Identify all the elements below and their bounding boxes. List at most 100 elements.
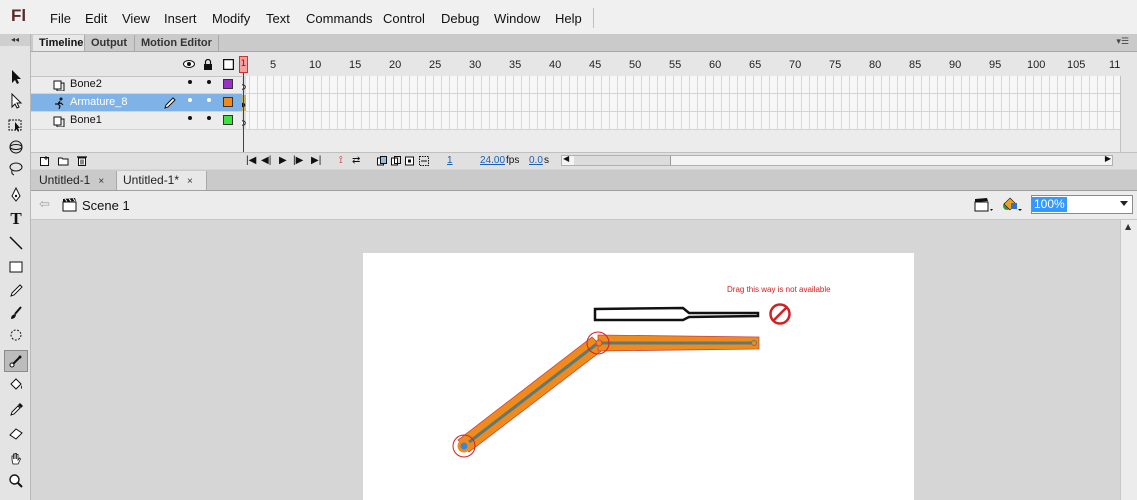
pencil-tool-icon[interactable] bbox=[4, 280, 28, 302]
stage-pasteboard[interactable]: Drag this way is not available bbox=[31, 220, 1121, 500]
tab-motion-editor[interactable]: Motion Editor bbox=[135, 35, 219, 51]
scroll-left-icon[interactable]: ◀ bbox=[563, 154, 569, 163]
menu-window[interactable]: Window bbox=[494, 11, 540, 26]
chevron-down-icon[interactable] bbox=[1120, 201, 1128, 206]
show-hide-layers-icon[interactable] bbox=[183, 59, 195, 72]
brush-tool-icon[interactable] bbox=[4, 302, 28, 324]
zoom-tool-icon[interactable] bbox=[4, 470, 28, 492]
stage-canvas[interactable]: Drag this way is not available bbox=[363, 253, 914, 500]
lasso-tool-icon[interactable] bbox=[4, 158, 28, 180]
menu-help[interactable]: Help bbox=[555, 11, 582, 26]
frames-grid[interactable] bbox=[242, 76, 1122, 130]
layer-outline-color-swatch[interactable] bbox=[223, 97, 233, 107]
layer-outline-color-swatch[interactable] bbox=[223, 115, 233, 125]
frame-row[interactable] bbox=[242, 112, 1122, 130]
selection-tool-icon[interactable] bbox=[4, 66, 28, 88]
layer-outline-color-swatch[interactable] bbox=[223, 79, 233, 89]
layer-icon bbox=[53, 80, 65, 91]
ruler-frame-label: 30 bbox=[469, 59, 482, 71]
close-tab-icon[interactable]: × bbox=[98, 176, 104, 187]
edit-symbols-icon[interactable] bbox=[1001, 195, 1023, 213]
delete-layer-icon[interactable] bbox=[77, 155, 87, 166]
tab-timeline[interactable]: Timeline bbox=[33, 35, 85, 51]
timeline-horizontal-scrollbar[interactable]: ◀ ▶ bbox=[561, 154, 1113, 166]
playhead[interactable]: 1 bbox=[239, 56, 248, 73]
layer-lock-dot[interactable] bbox=[207, 80, 211, 84]
lock-layers-icon[interactable] bbox=[203, 58, 213, 73]
doc-tab-label: Untitled-1* bbox=[123, 173, 180, 187]
frame-row[interactable] bbox=[242, 76, 1122, 94]
text-tool-icon[interactable]: T bbox=[4, 208, 28, 230]
go-to-first-frame-icon[interactable]: |◀ bbox=[246, 155, 256, 166]
layer-lock-dot[interactable] bbox=[207, 98, 211, 102]
current-frame-value[interactable]: 1 bbox=[447, 155, 453, 166]
stage-artwork[interactable] bbox=[363, 253, 914, 500]
step-forward-icon[interactable]: |▶ bbox=[293, 155, 303, 166]
doc-tab-untitled-1-modified[interactable]: Untitled-1* × bbox=[117, 171, 207, 190]
elapsed-time-value[interactable]: 0.0 bbox=[529, 155, 543, 166]
menu-control[interactable]: Control bbox=[383, 11, 425, 26]
ruler-frame-label: 65 bbox=[749, 59, 762, 71]
menu-modify[interactable]: Modify bbox=[212, 11, 250, 26]
bone-tool-icon[interactable] bbox=[4, 350, 28, 372]
layer-row-bone2[interactable]: Bone2 bbox=[31, 76, 242, 94]
line-tool-icon[interactable] bbox=[4, 232, 28, 254]
layer-name[interactable]: Armature_8 bbox=[70, 96, 127, 108]
menu-view[interactable]: View bbox=[122, 11, 150, 26]
doc-tab-untitled-1[interactable]: Untitled-1 × bbox=[33, 171, 117, 190]
menu-debug[interactable]: Debug bbox=[441, 11, 479, 26]
loop-icon[interactable]: ⇄ bbox=[352, 155, 360, 166]
layer-visible-dot[interactable] bbox=[188, 80, 192, 84]
layer-name[interactable]: Bone2 bbox=[70, 78, 102, 90]
go-to-last-frame-icon[interactable]: ▶| bbox=[311, 155, 321, 166]
play-icon[interactable]: ▶ bbox=[279, 155, 287, 166]
menu-insert[interactable]: Insert bbox=[164, 11, 197, 26]
onion-skin-icons[interactable] bbox=[377, 156, 429, 166]
stage-vertical-scrollbar[interactable]: ▲ bbox=[1120, 220, 1137, 500]
zoom-select[interactable]: 100% bbox=[1031, 195, 1133, 214]
paint-bucket-tool-icon[interactable] bbox=[4, 374, 28, 396]
frame-rate-value[interactable]: 24.00 bbox=[480, 155, 505, 166]
close-tab-icon[interactable]: × bbox=[187, 176, 193, 187]
step-back-icon[interactable]: ◀| bbox=[261, 155, 271, 166]
layer-name[interactable]: Bone1 bbox=[70, 114, 102, 126]
edit-scene-icon[interactable] bbox=[974, 196, 994, 213]
timeline-header: 1 5 10 15 20 25 30 35 40 45 50 55 60 65 … bbox=[31, 52, 1137, 77]
layer-visible-dot[interactable] bbox=[188, 116, 192, 120]
menu-edit[interactable]: Edit bbox=[85, 11, 107, 26]
ruler-frame-label: 25 bbox=[429, 59, 442, 71]
scroll-right-icon[interactable]: ▶ bbox=[1105, 154, 1111, 163]
collapse-tools-button[interactable]: ◂◂ bbox=[0, 34, 30, 46]
eraser-tool-icon[interactable] bbox=[4, 422, 28, 444]
rectangle-tool-icon[interactable] bbox=[4, 256, 28, 278]
scene-name: Scene 1 bbox=[82, 198, 130, 213]
menu-commands[interactable]: Commands bbox=[306, 11, 372, 26]
layer-lock-dot[interactable] bbox=[207, 116, 211, 120]
3d-rotation-tool-icon[interactable] bbox=[4, 136, 28, 158]
frame-row[interactable] bbox=[242, 94, 1122, 112]
outline-layers-icon[interactable] bbox=[222, 58, 235, 73]
new-layer-icon[interactable] bbox=[40, 156, 50, 166]
zoom-value[interactable]: 100% bbox=[1032, 197, 1067, 212]
deco-tool-icon[interactable] bbox=[4, 324, 28, 346]
layer-visible-dot[interactable] bbox=[188, 98, 192, 102]
pen-tool-icon[interactable] bbox=[4, 184, 28, 206]
subselection-tool-icon[interactable] bbox=[4, 90, 28, 112]
back-arrow-icon[interactable]: ⇦ bbox=[39, 197, 50, 212]
menu-separator bbox=[593, 8, 594, 28]
menu-text[interactable]: Text bbox=[266, 11, 290, 26]
scroll-up-icon[interactable]: ▲ bbox=[1125, 222, 1131, 231]
new-folder-icon[interactable] bbox=[58, 156, 69, 166]
center-frame-icon[interactable]: ⟟ bbox=[339, 155, 343, 166]
hand-tool-icon[interactable] bbox=[4, 448, 28, 470]
menu-file[interactable]: File bbox=[50, 11, 71, 26]
layer-row-armature[interactable]: Armature_8 bbox=[31, 94, 242, 112]
tab-output[interactable]: Output bbox=[85, 35, 135, 51]
panel-menu-icon[interactable]: ▾☰ bbox=[1116, 37, 1129, 47]
layer-row-bone1[interactable]: Bone1 bbox=[31, 112, 242, 130]
scene-clapper-icon bbox=[62, 198, 77, 212]
scroll-thumb[interactable] bbox=[574, 156, 671, 165]
timeline-vertical-scrollbar[interactable] bbox=[1120, 76, 1137, 152]
eyedropper-tool-icon[interactable] bbox=[4, 398, 28, 420]
free-transform-tool-icon[interactable] bbox=[4, 114, 28, 136]
